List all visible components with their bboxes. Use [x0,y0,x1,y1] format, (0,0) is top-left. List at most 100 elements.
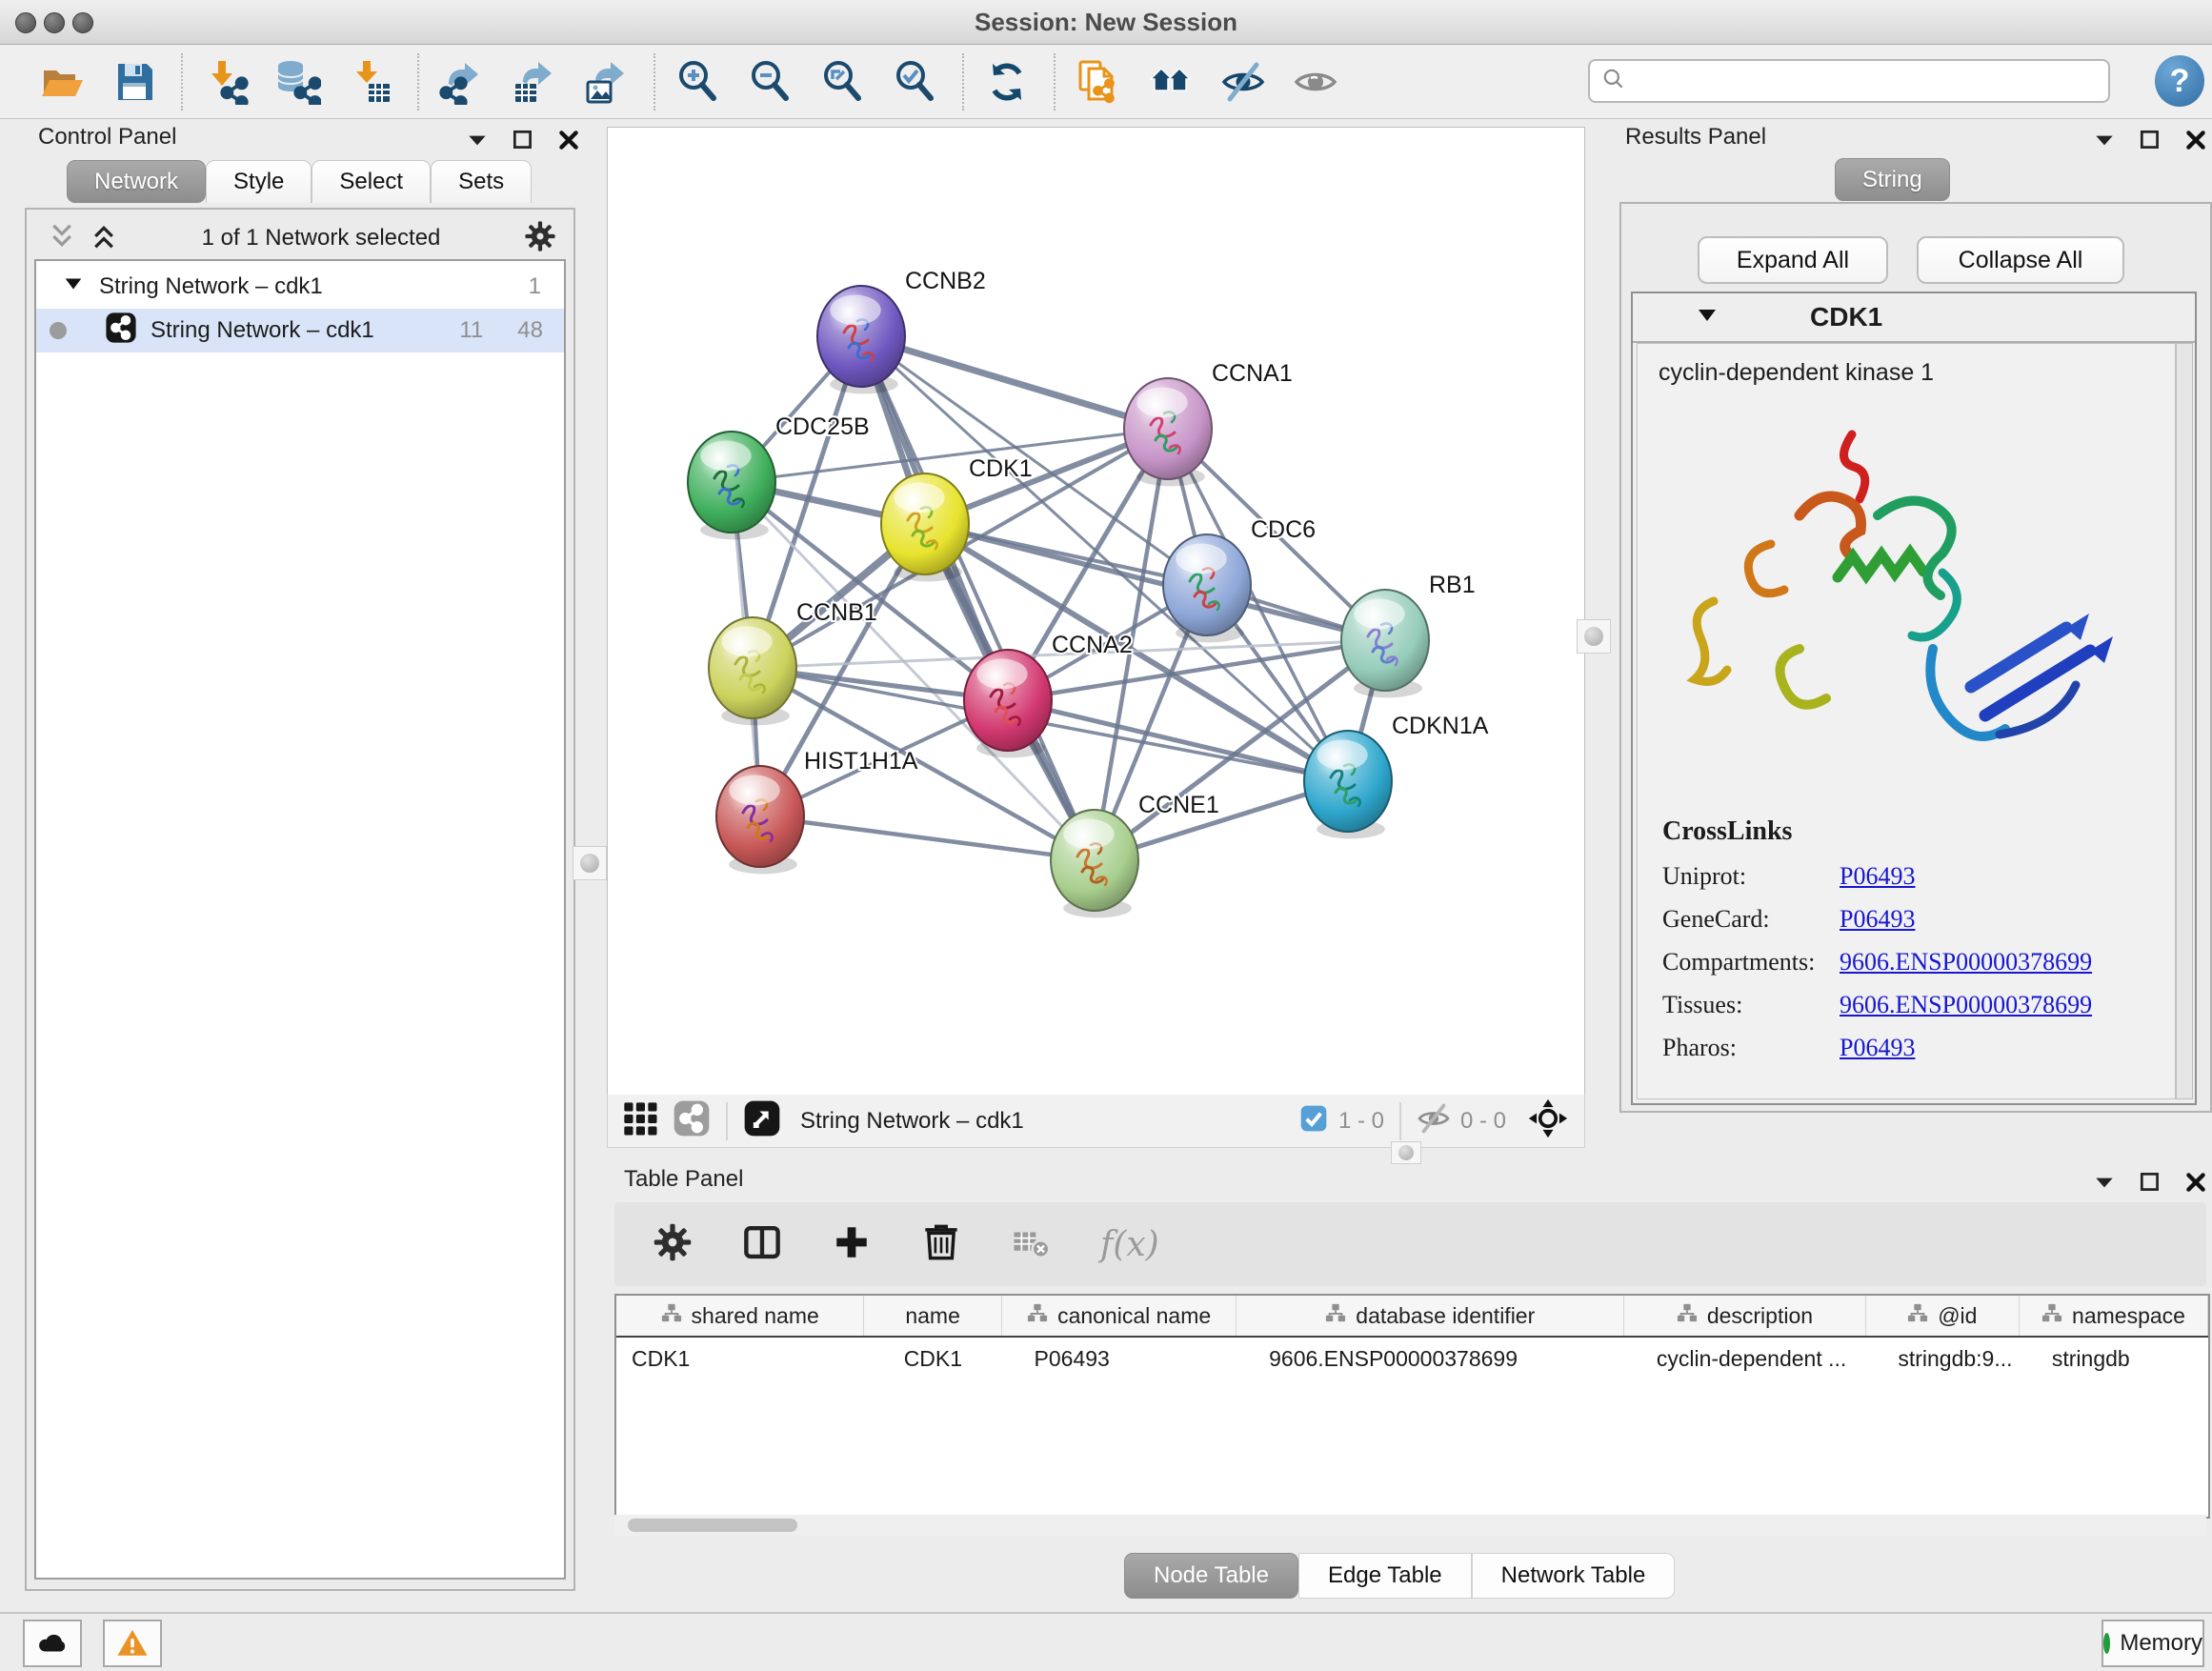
edge-CDK1-RB1[interactable] [925,524,1385,640]
table-cell[interactable]: stringdb:9... [1865,1346,2020,1372]
node-CDKN1A[interactable] [1304,731,1392,838]
export-image-icon[interactable] [579,53,634,111]
column-header-description[interactable]: description [1624,1296,1865,1336]
show-columns-icon[interactable] [742,1222,782,1267]
tab-select[interactable]: Select [312,160,431,203]
table-row[interactable]: CDK1CDK1P064939606.ENSP00000378699cyclin… [616,1338,2208,1379]
selected-checkbox-icon[interactable] [1298,1103,1329,1138]
left-splitter-handle[interactable] [573,846,607,880]
right-splitter-handle[interactable] [1577,619,1611,654]
panel-float-icon[interactable] [511,128,535,157]
zoom-fit-icon[interactable] [815,53,871,111]
search-field[interactable] [1588,59,2110,103]
fit-crosshair-icon[interactable] [1527,1097,1569,1144]
import-network-database-icon[interactable] [271,53,326,111]
column-header-canonical-name[interactable]: canonical name [1002,1296,1237,1336]
hidden-eye-icon[interactable] [1417,1101,1451,1140]
node-HIST1H1A[interactable] [716,766,804,874]
table-hscrollbar[interactable] [614,1515,2206,1536]
node-CCNA1[interactable] [1124,378,1212,486]
crosslink-link[interactable]: P06493 [1840,862,1915,891]
section-collapse-caret-icon[interactable] [1696,304,1719,332]
network-row[interactable]: String Network – cdk1 11 48 [36,309,564,352]
panel-float-icon[interactable] [2138,128,2162,157]
tab-sets[interactable]: Sets [431,160,532,203]
column-header-shared-name[interactable]: shared name [616,1296,864,1336]
table-options-gear-icon[interactable] [653,1222,693,1267]
column-header-namespace[interactable]: namespace [2020,1296,2208,1336]
column-header-@id[interactable]: @id [1866,1296,2020,1336]
table-cell[interactable]: P06493 [1002,1346,1237,1372]
tab-node-table[interactable]: Node Table [1124,1553,1298,1599]
table-cell[interactable]: CDK1 [616,1346,864,1372]
tab-network[interactable]: Network [67,160,206,203]
zoom-out-icon[interactable] [743,53,798,111]
cloud-button[interactable] [23,1620,82,1667]
table-cell[interactable]: 9606.ENSP00000378699 [1237,1346,1624,1372]
table-cell[interactable]: stringdb [2020,1346,2208,1372]
node-CDC25B[interactable] [688,432,775,539]
node-CCNA2[interactable] [964,650,1052,757]
network-collection-row[interactable]: String Network – cdk1 1 [36,265,564,309]
birdseye-view-icon[interactable] [743,1099,781,1142]
network-graph[interactable]: CCNB2CCNA1CDC25BCDK1CDC6RB1CCNB1CCNA2CDK… [608,128,1584,1095]
results-tab-string[interactable]: String [1835,158,1950,201]
import-network-icon[interactable] [198,53,253,111]
zoom-selected-icon[interactable] [888,53,943,111]
edge-CCNB2-CCNE1[interactable] [861,336,1095,860]
export-network-icon[interactable] [434,53,490,111]
bottom-splitter-handle[interactable] [1391,1141,1421,1164]
panel-close-icon[interactable] [2183,1170,2208,1199]
column-header-database-identifier[interactable]: database identifier [1237,1296,1624,1336]
first-neighbors-icon[interactable] [1143,53,1198,111]
memory-button[interactable]: Memory [2101,1620,2204,1667]
node-RB1[interactable] [1341,590,1429,697]
export-table-icon[interactable] [507,53,562,111]
table-cell[interactable]: cyclin-dependent ... [1624,1346,1865,1372]
hide-selected-icon[interactable] [1216,53,1271,111]
refresh-icon[interactable] [979,53,1035,111]
tab-edge-table[interactable]: Edge Table [1298,1553,1472,1599]
save-session-icon[interactable] [107,53,162,111]
help-icon[interactable]: ? [2155,55,2204,107]
crosslink-link[interactable]: P06493 [1840,905,1915,934]
edge-CCNB2-CCNA1[interactable] [861,336,1168,429]
node-CCNB2[interactable] [817,286,905,393]
table-hscrollbar-thumb[interactable] [628,1519,797,1532]
expand-all-button[interactable]: Expand All [1698,236,1888,284]
table-cell[interactable]: CDK1 [864,1346,1001,1372]
column-header-name[interactable]: name [864,1296,1002,1336]
results-scrollbar[interactable] [2176,343,2193,1099]
collapse-all-button[interactable]: Collapse All [1917,236,2124,284]
node-CCNE1[interactable] [1051,810,1138,917]
warning-button[interactable] [103,1620,162,1667]
node-CCNB1[interactable] [709,617,796,725]
crosslink-link[interactable]: 9606.ENSP00000378699 [1840,948,2092,976]
share-view-icon[interactable] [673,1099,711,1142]
panel-close-icon[interactable] [2183,128,2208,157]
add-column-icon[interactable] [832,1222,872,1267]
clone-network-icon[interactable] [1071,53,1126,111]
network-options-gear-icon[interactable] [524,220,556,257]
tab-style[interactable]: Style [206,160,312,203]
zoom-in-icon[interactable] [671,53,726,111]
grid-view-icon[interactable] [621,1099,659,1142]
expand-all-chevron-icon[interactable] [90,222,118,255]
panel-close-icon[interactable] [556,128,581,157]
cdk1-section-header[interactable]: CDK1 [1633,293,2195,343]
search-input[interactable] [1626,67,2108,95]
panel-float-icon[interactable] [2138,1170,2162,1199]
crosslink-link[interactable]: P06493 [1840,1034,1915,1062]
import-table-icon[interactable] [343,53,398,111]
open-session-icon[interactable] [34,53,90,111]
panel-menu-caret-icon[interactable] [465,128,490,157]
edge-HIST1H1A-CCNE1[interactable] [760,816,1095,860]
crosslink-link[interactable]: 9606.ENSP00000378699 [1840,991,2092,1019]
delete-column-icon[interactable] [921,1222,961,1267]
network-canvas[interactable]: CCNB2CCNA1CDC25BCDK1CDC6RB1CCNB1CCNA2CDK… [607,127,1585,1096]
tab-network-table[interactable]: Network Table [1472,1553,1676,1599]
panel-menu-caret-icon[interactable] [2092,1170,2117,1199]
tree-expand-caret-icon[interactable] [63,273,84,301]
collapse-all-chevron-icon[interactable] [48,222,76,255]
panel-menu-caret-icon[interactable] [2092,128,2117,157]
